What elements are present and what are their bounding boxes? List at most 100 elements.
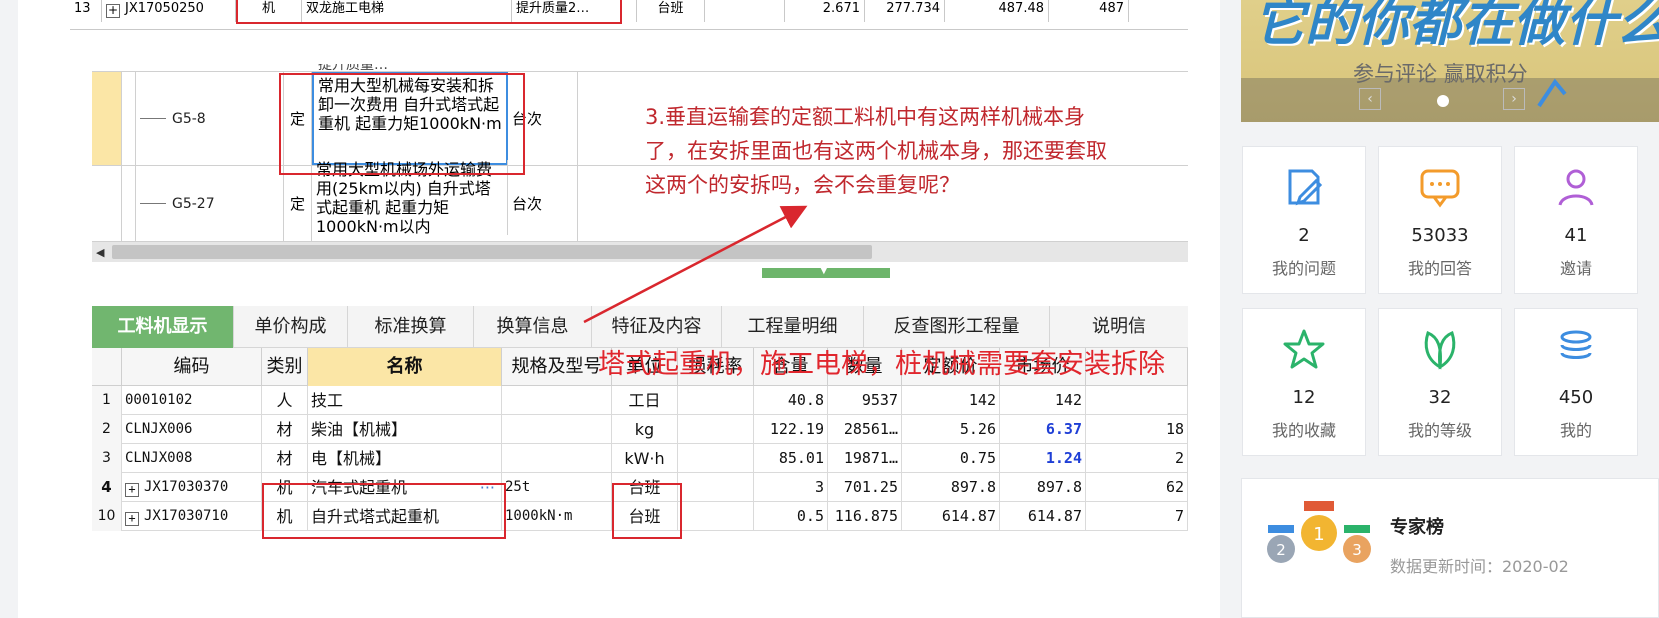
chevron-right-icon[interactable]: › (1503, 88, 1525, 110)
cell-qty[interactable]: 116.875 (828, 502, 902, 531)
cell-market-price[interactable]: 6.37 (1000, 415, 1086, 444)
cell-extra[interactable]: 18 (1086, 415, 1188, 444)
cell-market-price[interactable]: 1.24 (1000, 444, 1086, 473)
stat-card[interactable]: 32 我的等级 (1378, 308, 1502, 456)
tab-material-display[interactable]: 工料机显示 (92, 306, 234, 348)
chevron-left-icon[interactable]: ‹ (1359, 88, 1381, 110)
cell-qty[interactable]: 19871… (828, 444, 902, 473)
cell-code[interactable]: 00010102 (122, 386, 262, 415)
cell-text: 701.25 (843, 478, 898, 496)
cell-code[interactable]: + JX17030710 (122, 502, 262, 531)
tab-conversion-info[interactable]: 换算信息 (474, 306, 592, 348)
stat-card[interactable]: 450 我的 (1514, 308, 1638, 456)
cell-spec[interactable]: 1000kN·m (502, 502, 612, 531)
cell-unit[interactable]: 工日 (612, 386, 678, 415)
cell-content[interactable]: 3 (754, 473, 828, 502)
row-price2: 487 (1049, 0, 1129, 22)
cell-idx: 3 (92, 444, 122, 473)
tab-standard-conversion[interactable]: 标准换算 (348, 306, 474, 348)
cell-name[interactable]: 柴油【机械】 (308, 415, 502, 444)
cell-type[interactable]: 材 (262, 415, 308, 444)
quota-code: G5-27 (136, 166, 284, 241)
cell-type[interactable]: 材 (262, 444, 308, 473)
header-code[interactable]: 编码 (122, 348, 262, 386)
row-code-text: JX17050250 (125, 1, 204, 16)
carousel-dot[interactable] (1437, 95, 1449, 107)
cell-text: 2 (1174, 449, 1184, 467)
cell-text: 电【机械】 (311, 449, 392, 468)
header-type[interactable]: 类别 (262, 348, 308, 386)
stat-card[interactable]: 12 我的收藏 (1242, 308, 1366, 456)
expand-icon[interactable]: + (125, 483, 139, 497)
cell-content[interactable]: 40.8 (754, 386, 828, 415)
promo-banner[interactable]: 它的你都在做什么 参与评论 赢取积分 ‹ › (1241, 0, 1659, 122)
cell-unit[interactable]: kg (612, 415, 678, 444)
cell-quota-price[interactable]: 897.8 (902, 473, 1000, 502)
scroll-left-icon[interactable]: ◀ (96, 246, 104, 259)
cell-type[interactable]: 人 (262, 386, 308, 415)
tab-unit-price[interactable]: 单价构成 (234, 306, 348, 348)
row-amount: 277.734 (865, 0, 945, 22)
cell-spec[interactable] (502, 444, 612, 473)
cell-text: 2 (102, 421, 111, 437)
cell-text: 614.87 (941, 507, 996, 525)
banner-title: 它的你都在做什么 (1253, 0, 1659, 53)
cell-loss[interactable] (678, 415, 754, 444)
cell-text: CLNJX006 (125, 421, 193, 437)
cell-content[interactable]: 85.01 (754, 444, 828, 473)
cell-content[interactable]: 122.19 (754, 415, 828, 444)
highlight-box (612, 483, 682, 539)
header-name[interactable]: 名称 (308, 348, 502, 386)
cell-quota-price[interactable]: 614.87 (902, 502, 1000, 531)
cell-extra[interactable]: 7 (1086, 502, 1188, 531)
cell-loss[interactable] (678, 502, 754, 531)
cell-name[interactable]: 电【机械】 (308, 444, 502, 473)
cell-quota-price[interactable]: 142 (902, 386, 1000, 415)
cell-spec[interactable]: 25t (502, 473, 612, 502)
cell-code[interactable]: + JX17030370 (122, 473, 262, 502)
cell-qty[interactable]: 701.25 (828, 473, 902, 502)
cell-text: 40.8 (787, 391, 824, 409)
cell-loss[interactable] (678, 386, 754, 415)
quota-unit: 台次 (508, 166, 578, 241)
table-row[interactable]: 3 CLNJX008 材电【机械】 kW·h 85.01 19871… 0.75 1.24 2 (92, 444, 1188, 473)
cell-loss[interactable] (678, 473, 754, 502)
expand-icon[interactable]: + (125, 512, 139, 526)
horizontal-scrollbar[interactable]: ◀ (92, 242, 1188, 262)
cell-extra[interactable]: 2 (1086, 444, 1188, 473)
cell-idx: 4 (92, 473, 122, 502)
cell-quota-price[interactable]: 5.26 (902, 415, 1000, 444)
cell-qty[interactable]: 9537 (828, 386, 902, 415)
cell-name[interactable]: 技工 (308, 386, 502, 415)
medal-icon: 2 1 3 (1267, 501, 1371, 563)
stat-number: 450 (1558, 387, 1594, 408)
cell-content[interactable]: 0.5 (754, 502, 828, 531)
panel-splitter[interactable]: ▼ (762, 265, 890, 278)
stat-number: 53033 (1411, 225, 1469, 246)
cell-text: 技工 (311, 391, 344, 410)
cell-code[interactable]: CLNJX006 (122, 415, 262, 444)
stat-card[interactable]: 2 我的问题 (1242, 146, 1366, 294)
stat-card[interactable]: 53033 我的回答 (1378, 146, 1502, 294)
header-spec[interactable]: 规格及型号 (502, 348, 612, 386)
cell-text: 142 (1054, 391, 1082, 409)
cell-spec[interactable] (502, 386, 612, 415)
scrollbar-thumb[interactable] (112, 245, 872, 259)
expert-ranking-card[interactable]: 2 1 3 专家榜 数据更新时间：2020-02 (1241, 478, 1659, 618)
cell-code[interactable]: CLNJX008 (122, 444, 262, 473)
cell-loss[interactable] (678, 444, 754, 473)
cell-spec[interactable] (502, 415, 612, 444)
cell-quota-price[interactable]: 0.75 (902, 444, 1000, 473)
cell-extra[interactable]: 62 (1086, 473, 1188, 502)
cell-market-price[interactable]: 897.8 (1000, 473, 1086, 502)
expand-icon[interactable]: + (106, 4, 120, 18)
cell-unit[interactable]: kW·h (612, 444, 678, 473)
cell-market-price[interactable]: 142 (1000, 386, 1086, 415)
stat-card[interactable]: 41 邀请 (1514, 146, 1638, 294)
cell-market-price[interactable]: 614.87 (1000, 502, 1086, 531)
cell-extra[interactable] (1086, 386, 1188, 415)
quota-type: 定 (284, 166, 312, 241)
table-row[interactable]: 1 00010102 人技工 工日 40.8 9537 142 142 (92, 386, 1188, 415)
cell-qty[interactable]: 28561… (828, 415, 902, 444)
table-row[interactable]: 2 CLNJX006 材柴油【机械】 kg 122.19 28561… 5.26 6.37 18 (92, 415, 1188, 444)
